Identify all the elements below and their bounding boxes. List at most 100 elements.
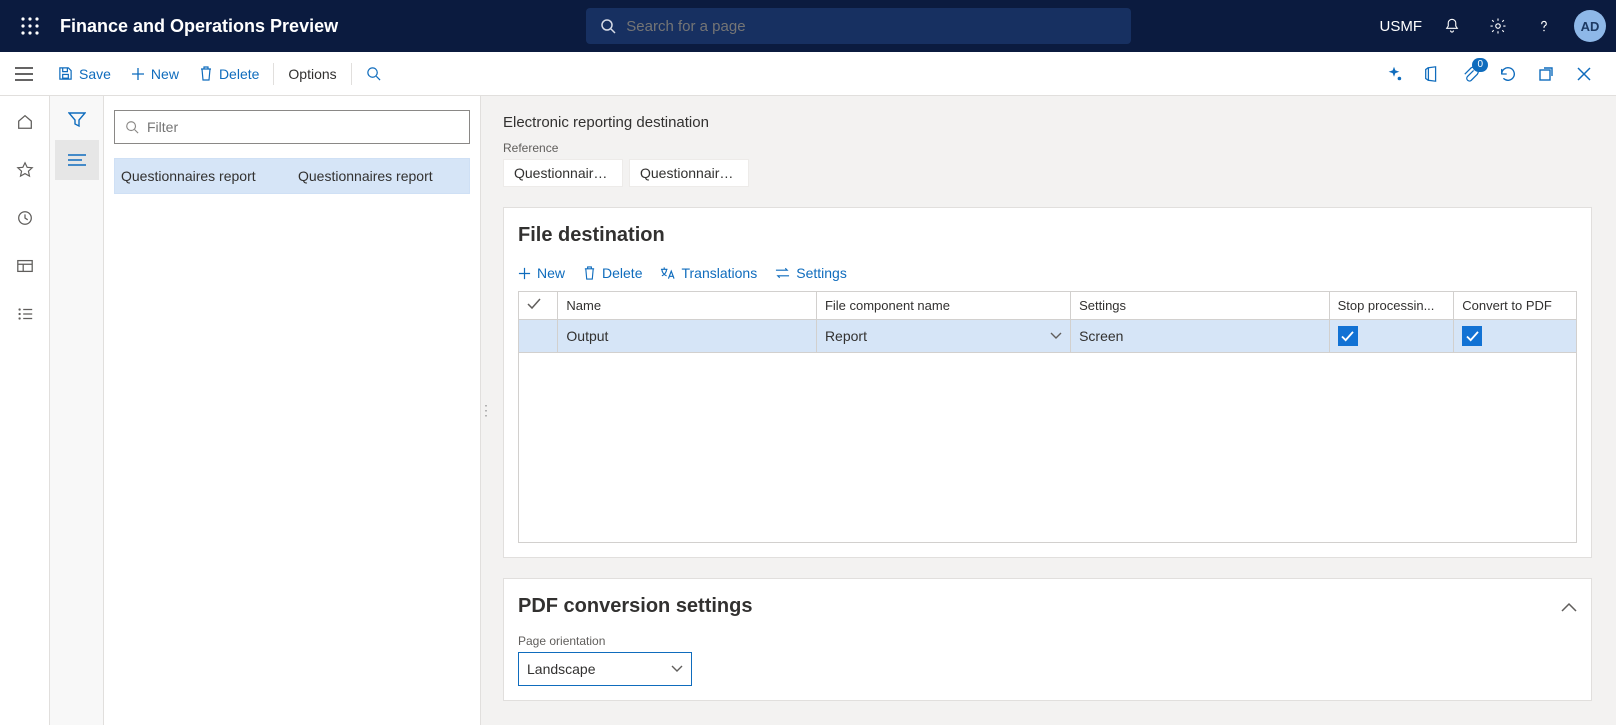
- save-icon: [58, 66, 73, 81]
- trash-icon: [583, 266, 596, 280]
- left-rail: [0, 96, 50, 725]
- divider: [351, 63, 352, 85]
- attachments-icon[interactable]: 0: [1456, 60, 1484, 88]
- close-icon[interactable]: [1570, 60, 1598, 88]
- chevron-up-icon[interactable]: [1561, 602, 1577, 612]
- notifications-icon[interactable]: [1436, 10, 1468, 42]
- list-grid: Questionnaires report Questionnaires rep…: [114, 158, 470, 194]
- fd-delete-label: Delete: [602, 265, 642, 281]
- global-search[interactable]: [586, 8, 1131, 44]
- trash-icon: [199, 66, 213, 81]
- fd-translations-label: Translations: [681, 265, 757, 281]
- fd-settings-label: Settings: [796, 265, 847, 281]
- orientation-label: Page orientation: [518, 634, 1577, 648]
- file-destination-toolbar: New Delete Translations Settings: [518, 265, 1577, 281]
- global-search-input[interactable]: [626, 18, 1117, 35]
- ai-copilot-icon[interactable]: [1380, 60, 1408, 88]
- convert-checkbox[interactable]: [1462, 326, 1482, 346]
- fd-settings-button[interactable]: Settings: [775, 265, 847, 281]
- fd-translations-button[interactable]: Translations: [660, 265, 757, 281]
- list-cell: Questionnaires report: [292, 168, 469, 184]
- main-area: Questionnaires report Questionnaires rep…: [0, 96, 1616, 725]
- col-convert[interactable]: Convert to PDF: [1454, 292, 1577, 320]
- action-bar: Save New Delete Options 0: [0, 52, 1616, 96]
- fd-delete-button[interactable]: Delete: [583, 265, 642, 281]
- search-icon: [600, 18, 616, 34]
- fd-new-label: New: [537, 265, 565, 281]
- save-button[interactable]: Save: [48, 52, 121, 95]
- splitter[interactable]: [481, 96, 491, 725]
- delete-button[interactable]: Delete: [189, 52, 269, 95]
- workspaces-icon[interactable]: [5, 246, 45, 286]
- orientation-value: Landscape: [527, 661, 596, 677]
- attachments-badge: 0: [1472, 58, 1488, 72]
- new-label: New: [151, 66, 179, 82]
- cell-settings[interactable]: Screen: [1071, 320, 1330, 353]
- content: Electronic reporting destination Referen…: [491, 96, 1616, 725]
- list-filter-input[interactable]: [147, 119, 459, 135]
- list-row[interactable]: Questionnaires report Questionnaires rep…: [115, 159, 469, 193]
- cell-convert[interactable]: [1454, 320, 1577, 353]
- orientation-select[interactable]: Landscape: [518, 652, 692, 686]
- favorites-icon[interactable]: [5, 150, 45, 190]
- col-component[interactable]: File component name: [816, 292, 1070, 320]
- app-title: Finance and Operations Preview: [60, 16, 338, 37]
- pdf-settings-card: PDF conversion settings Page orientation…: [503, 578, 1592, 701]
- modules-icon[interactable]: [5, 294, 45, 334]
- home-icon[interactable]: [5, 102, 45, 142]
- refresh-icon[interactable]: [1494, 60, 1522, 88]
- user-avatar[interactable]: AD: [1574, 10, 1606, 42]
- search-icon: [125, 120, 139, 134]
- cell-stop[interactable]: [1329, 320, 1454, 353]
- plus-icon: [518, 267, 531, 280]
- save-label: Save: [79, 66, 111, 82]
- grid-row-selector[interactable]: [519, 320, 558, 353]
- chevron-down-icon: [671, 665, 683, 673]
- search-icon: [366, 66, 381, 81]
- new-button[interactable]: New: [121, 52, 189, 95]
- check-icon: [527, 298, 541, 310]
- nav-toggle-icon[interactable]: [0, 67, 48, 81]
- grid-row[interactable]: Output Report Screen: [519, 320, 1577, 353]
- list-view-icon[interactable]: [55, 140, 99, 180]
- col-stop[interactable]: Stop processin...: [1329, 292, 1454, 320]
- action-search-button[interactable]: [356, 52, 391, 95]
- popout-icon[interactable]: [1532, 60, 1560, 88]
- grid-empty-area: [518, 353, 1577, 543]
- reference-label: Reference: [503, 141, 1592, 155]
- pdf-settings-title: PDF conversion settings: [518, 595, 753, 618]
- grid-select-header[interactable]: [519, 292, 558, 320]
- options-label: Options: [288, 66, 336, 82]
- reference-chips: Questionnaire... Questionnaire...: [503, 159, 1592, 187]
- cell-component[interactable]: Report: [816, 320, 1070, 353]
- list-filter[interactable]: [114, 110, 470, 144]
- reference-chip[interactable]: Questionnaire...: [629, 159, 749, 187]
- cell-name[interactable]: Output: [558, 320, 817, 353]
- plus-icon: [131, 67, 145, 81]
- list-tool-column: [50, 96, 104, 725]
- stop-checkbox[interactable]: [1338, 326, 1358, 346]
- help-icon[interactable]: [1528, 10, 1560, 42]
- divider: [273, 63, 274, 85]
- filter-icon[interactable]: [55, 100, 99, 140]
- col-settings[interactable]: Settings: [1071, 292, 1330, 320]
- file-destination-grid: Name File component name Settings Stop p…: [518, 291, 1577, 353]
- chevron-down-icon[interactable]: [1050, 332, 1062, 340]
- app-launcher-icon[interactable]: [10, 6, 50, 46]
- settings-gear-icon[interactable]: [1482, 10, 1514, 42]
- file-destination-title: File destination: [518, 224, 1577, 247]
- list-panel: Questionnaires report Questionnaires rep…: [50, 96, 481, 725]
- delete-label: Delete: [219, 66, 259, 82]
- top-bar: Finance and Operations Preview USMF AD: [0, 0, 1616, 52]
- reference-chip[interactable]: Questionnaire...: [503, 159, 623, 187]
- office-icon[interactable]: [1418, 60, 1446, 88]
- swap-icon: [775, 267, 790, 279]
- col-name[interactable]: Name: [558, 292, 817, 320]
- company-code[interactable]: USMF: [1380, 18, 1423, 35]
- translate-icon: [660, 266, 675, 280]
- fd-new-button[interactable]: New: [518, 265, 565, 281]
- file-destination-card: File destination New Delete Translations…: [503, 207, 1592, 558]
- options-button[interactable]: Options: [278, 52, 346, 95]
- recent-icon[interactable]: [5, 198, 45, 238]
- page-title: Electronic reporting destination: [503, 114, 1592, 131]
